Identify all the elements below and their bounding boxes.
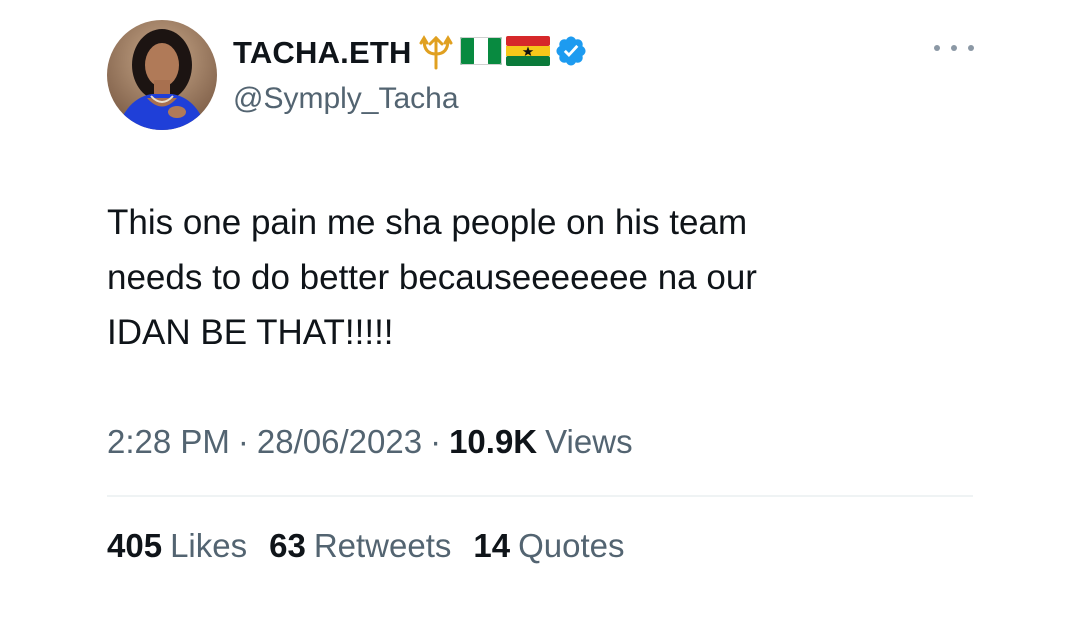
retweets-label: Retweets (313, 527, 452, 564)
nigeria-flag-icon (459, 36, 502, 70)
tweet-card: TACHA.ETH @Symply_Tacha This one pain me… (0, 0, 1080, 618)
retweets-count: 63 (269, 527, 306, 564)
tweet-date[interactable]: 28/06/2023 (257, 423, 422, 461)
separator-dot: · (430, 423, 442, 460)
views-label: Views (545, 423, 633, 460)
quotes-stat[interactable]: 14 Quotes (473, 527, 624, 565)
likes-count: 405 (107, 527, 163, 564)
dot (934, 45, 940, 51)
trident-icon (416, 32, 456, 75)
tweet-meta: 2:28 PM · 28/06/2023 · 10.9K Views (107, 423, 633, 461)
more-options-icon[interactable] (934, 38, 974, 58)
verified-badge-icon (554, 34, 588, 73)
user-handle[interactable]: @Symply_Tacha (233, 82, 459, 116)
dot (951, 45, 957, 51)
avatar[interactable] (107, 20, 217, 130)
likes-label: Likes (170, 527, 248, 564)
quotes-count: 14 (473, 527, 511, 564)
separator-dot: · (237, 423, 249, 460)
tweet-text: This one pain me sha people on his team … (107, 203, 757, 352)
dot (968, 45, 974, 51)
likes-stat[interactable]: 405 Likes (107, 527, 247, 565)
tweet-stats: 405 Likes 63 Retweets 14 Quotes (107, 527, 625, 565)
views-count[interactable]: 10.9K (449, 423, 537, 461)
retweets-stat[interactable]: 63 Retweets (269, 527, 451, 565)
tweet-time[interactable]: 2:28 PM (107, 423, 230, 461)
user-name-row: TACHA.ETH (233, 33, 588, 73)
divider (107, 495, 973, 497)
display-name[interactable]: TACHA.ETH (233, 35, 412, 71)
ghana-flag-icon (505, 35, 550, 71)
quotes-label: Quotes (518, 527, 625, 564)
